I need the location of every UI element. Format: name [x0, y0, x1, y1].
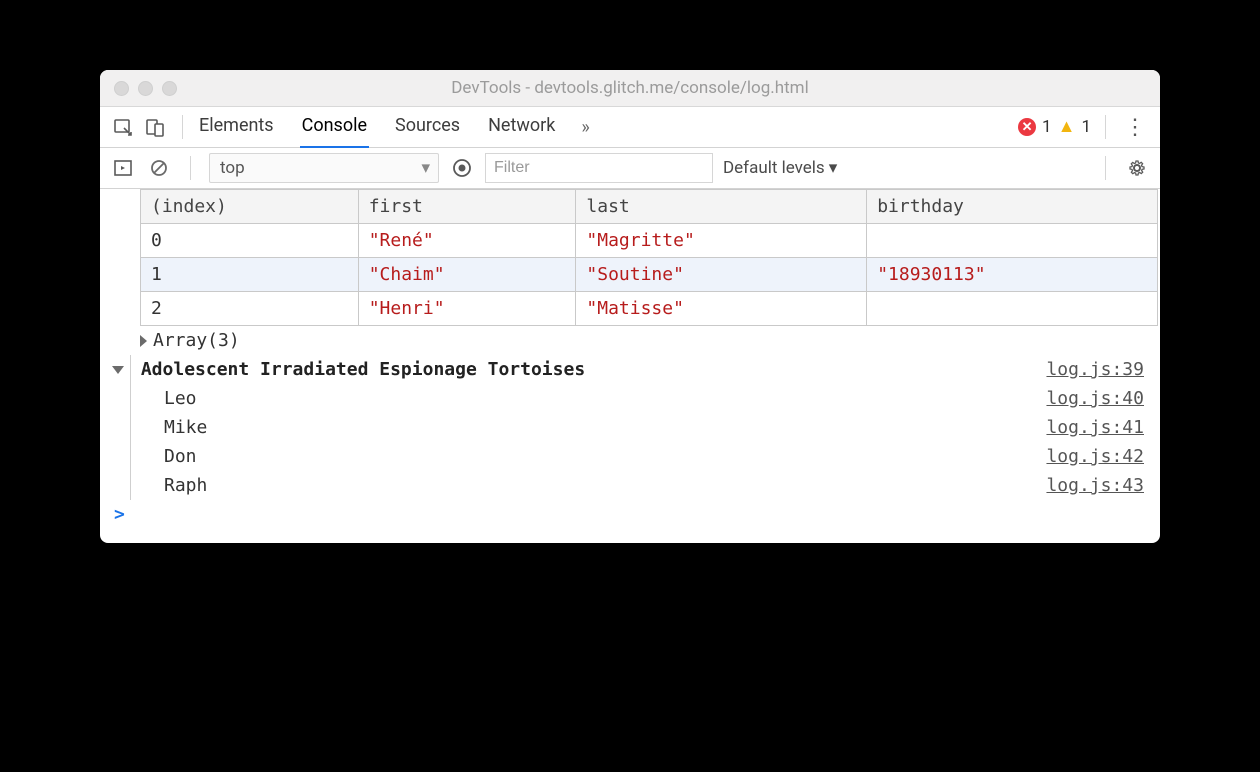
clear-console-icon[interactable]	[146, 155, 172, 181]
table-header-row: (index) first last birthday	[141, 190, 1158, 224]
table-row[interactable]: 2 "Henri" "Matisse"	[141, 292, 1158, 326]
context-value: top	[220, 158, 245, 178]
separator	[1105, 156, 1106, 180]
tab-elements[interactable]: Elements	[197, 107, 276, 148]
separator	[182, 115, 183, 139]
source-link[interactable]: log.js:40	[1046, 388, 1144, 409]
console-group: Adolescent Irradiated Espionage Tortoise…	[100, 355, 1160, 500]
error-badge-icon: ✕	[1018, 118, 1036, 136]
cell-birthday: "18930113"	[867, 258, 1158, 292]
console-prompt[interactable]: >	[100, 500, 1160, 535]
th-birthday[interactable]: birthday	[867, 190, 1158, 224]
source-link[interactable]: log.js:43	[1046, 475, 1144, 496]
array-expand-row[interactable]: Array(3)	[140, 326, 1160, 355]
main-tabbar: Elements Console Sources Network » ✕ 1 ▲…	[100, 107, 1160, 148]
th-index[interactable]: (index)	[141, 190, 359, 224]
th-first[interactable]: first	[358, 190, 576, 224]
inspect-icon[interactable]	[110, 114, 136, 140]
source-link[interactable]: log.js:41	[1046, 417, 1144, 438]
log-text: Don	[164, 446, 197, 467]
more-tabs-icon[interactable]: »	[581, 117, 589, 138]
filter-input[interactable]	[485, 153, 713, 183]
kebab-menu-icon[interactable]: ⋮	[1120, 115, 1150, 140]
cell-first: "Henri"	[358, 292, 576, 326]
chevron-down-icon: ▾	[421, 158, 430, 178]
tab-console[interactable]: Console	[300, 107, 369, 148]
source-link[interactable]: log.js:39	[1046, 359, 1144, 380]
close-dot[interactable]	[114, 81, 129, 96]
cell-index: 1	[141, 258, 359, 292]
group-title: Adolescent Irradiated Espionage Tortoise…	[141, 359, 585, 380]
disclosure-triangle-icon	[112, 366, 124, 374]
context-selector[interactable]: top ▾	[209, 153, 439, 183]
log-text: Mike	[164, 417, 207, 438]
log-row[interactable]: Mike log.js:41	[100, 413, 1160, 442]
warning-badge-icon: ▲	[1058, 118, 1076, 136]
cell-first: "René"	[358, 224, 576, 258]
cell-last: "Matisse"	[576, 292, 867, 326]
cell-first: "Chaim"	[358, 258, 576, 292]
cell-last: "Soutine"	[576, 258, 867, 292]
warning-count: 1	[1081, 117, 1091, 137]
console-sidebar-toggle-icon[interactable]	[110, 155, 136, 181]
log-text: Raph	[164, 475, 207, 496]
cell-birthday	[867, 224, 1158, 258]
zoom-dot[interactable]	[162, 81, 177, 96]
separator	[1105, 115, 1106, 139]
tab-sources[interactable]: Sources	[393, 107, 462, 148]
panel-tabs: Elements Console Sources Network »	[197, 107, 590, 148]
group-header[interactable]: Adolescent Irradiated Espionage Tortoise…	[100, 355, 1160, 384]
levels-label: Default levels	[723, 158, 825, 178]
status-badges[interactable]: ✕ 1 ▲ 1	[1018, 117, 1091, 137]
titlebar: DevTools - devtools.glitch.me/console/lo…	[100, 70, 1160, 107]
gear-icon[interactable]	[1124, 155, 1150, 181]
minimize-dot[interactable]	[138, 81, 153, 96]
chevron-down-icon: ▾	[829, 158, 838, 178]
source-link[interactable]: log.js:42	[1046, 446, 1144, 467]
cell-birthday	[867, 292, 1158, 326]
log-row[interactable]: Raph log.js:43	[100, 471, 1160, 500]
th-last[interactable]: last	[576, 190, 867, 224]
separator	[190, 156, 191, 180]
cell-index: 2	[141, 292, 359, 326]
error-count: 1	[1042, 117, 1052, 137]
log-row[interactable]: Don log.js:42	[100, 442, 1160, 471]
live-expression-icon[interactable]	[449, 155, 475, 181]
log-row[interactable]: Leo log.js:40	[100, 384, 1160, 413]
console-table: (index) first last birthday 0 "René" "Ma…	[140, 189, 1158, 326]
log-text: Leo	[164, 388, 197, 409]
log-levels-selector[interactable]: Default levels ▾	[723, 158, 837, 178]
device-mode-icon[interactable]	[142, 114, 168, 140]
table-row[interactable]: 1 "Chaim" "Soutine" "18930113"	[141, 258, 1158, 292]
tab-network[interactable]: Network	[486, 107, 557, 148]
console-toolbar: top ▾ Default levels ▾	[100, 148, 1160, 189]
cell-index: 0	[141, 224, 359, 258]
array-label: Array(3)	[153, 330, 240, 351]
console-output: (index) first last birthday 0 "René" "Ma…	[100, 189, 1160, 543]
window-title: DevTools - devtools.glitch.me/console/lo…	[100, 78, 1160, 98]
traffic-lights	[100, 81, 177, 96]
table-row[interactable]: 0 "René" "Magritte"	[141, 224, 1158, 258]
cell-last: "Magritte"	[576, 224, 867, 258]
devtools-window: DevTools - devtools.glitch.me/console/lo…	[100, 70, 1160, 543]
disclosure-triangle-icon	[140, 335, 147, 347]
